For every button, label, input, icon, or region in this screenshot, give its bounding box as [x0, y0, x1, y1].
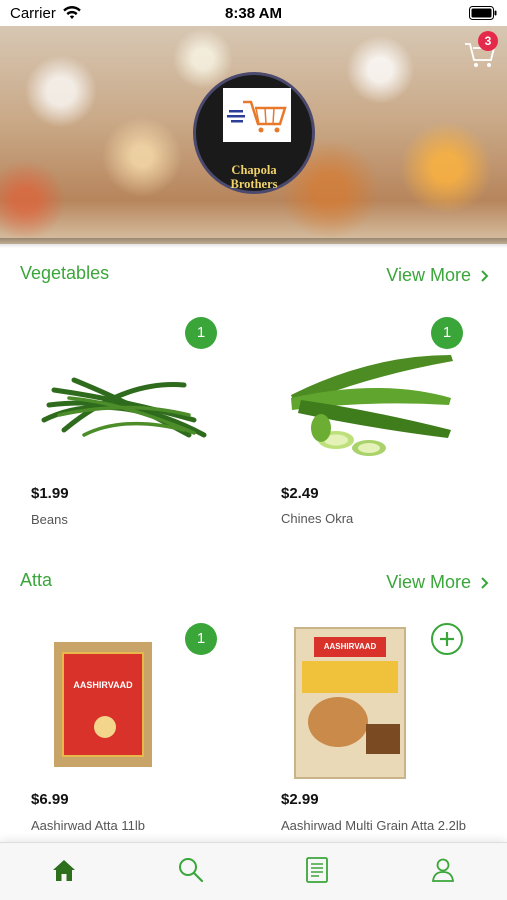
product-price: $1.99: [31, 485, 69, 502]
product-name: Beans: [31, 512, 68, 527]
multigrain-brand-text: AASHIRVAAD: [323, 642, 377, 651]
cart-qty-badge[interactable]: 1: [431, 317, 463, 349]
store-logo: Chapola Brothers: [193, 72, 315, 194]
view-more-label: View More: [386, 265, 471, 285]
cart-logo-icon: [223, 88, 291, 142]
product-name: Aashirwad Multi Grain Atta 2.2lb: [281, 818, 466, 833]
product-price: $6.99: [31, 791, 69, 808]
section-title-atta: Atta: [20, 570, 53, 590]
product-card[interactable]: AASHIRVAAD $2.99 Aashirwad Multi Grain A…: [263, 607, 503, 857]
cart-qty-badge[interactable]: 1: [185, 317, 217, 349]
banner-shadow: [0, 238, 507, 248]
atta-bag-label: AASHIRVAAD: [62, 652, 144, 757]
atta-bag-image: AASHIRVAAD: [54, 642, 152, 767]
multigrain-bag-band: [302, 661, 398, 693]
chevron-right-icon: [481, 269, 489, 282]
chevron-right-icon: [481, 576, 489, 589]
store-name: Chapola Brothers: [196, 163, 312, 191]
home-icon[interactable]: [49, 855, 79, 885]
status-bar: Carrier 8:38 AM: [0, 0, 507, 26]
product-name: Aashirwad Atta 11lb: [31, 818, 145, 833]
orders-icon[interactable]: [302, 855, 332, 885]
section-title-vegetables: Vegetables: [20, 263, 110, 283]
view-more-vegetables[interactable]: View More: [386, 265, 489, 286]
atta-brand-text: AASHIRVAAD: [73, 680, 133, 690]
store-banner: Chapola Brothers 3: [0, 26, 507, 244]
add-to-cart-button[interactable]: [431, 623, 463, 655]
product-name: Chines Okra: [281, 511, 354, 526]
product-card[interactable]: 1 $1.99 Beans: [16, 300, 256, 550]
cart-count-badge: 3: [478, 31, 498, 51]
cart-qty-badge[interactable]: 1: [185, 623, 217, 655]
tab-bar: [0, 842, 507, 900]
product-price: $2.99: [281, 791, 319, 808]
view-more-atta[interactable]: View More: [386, 572, 489, 593]
atta-bag-emblem: [94, 716, 116, 738]
multigrain-bag-footer: [366, 724, 400, 754]
profile-icon[interactable]: [428, 855, 458, 885]
product-card[interactable]: AASHIRVAAD 1 $6.99 Aashirwad Atta 11lb: [16, 607, 256, 857]
multigrain-bag-bread: [308, 697, 368, 747]
battery-icon: [469, 6, 497, 20]
clock: 8:38 AM: [225, 5, 282, 22]
product-price: $2.49: [281, 485, 319, 502]
multigrain-atta-bag-image: AASHIRVAAD: [294, 627, 406, 779]
store-name-line2: Brothers: [230, 177, 278, 191]
plus-icon: [440, 632, 454, 646]
multigrain-bag-header: AASHIRVAAD: [314, 637, 386, 657]
product-card[interactable]: 1 $2.49 Chines Okra: [263, 300, 503, 550]
search-icon[interactable]: [176, 855, 206, 885]
view-more-label: View More: [386, 572, 471, 592]
store-name-line1: Chapola: [231, 163, 277, 177]
